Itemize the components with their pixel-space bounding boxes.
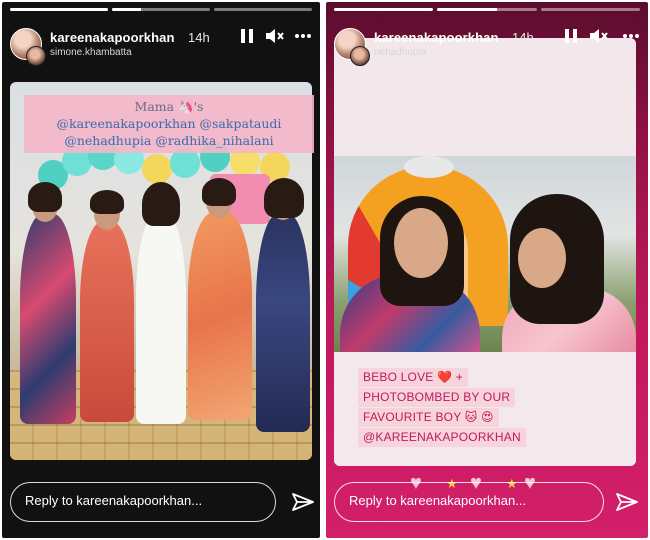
story-left: kareenakapoorkhan 14h simone.khambatta M… bbox=[2, 2, 320, 538]
send-icon[interactable] bbox=[614, 490, 640, 516]
username[interactable]: kareenakapoorkhan bbox=[50, 30, 175, 45]
send-icon[interactable] bbox=[290, 490, 316, 516]
story-caption: BEBO LOVE ❤️ + PHOTOBOMBED BY OUR FAVOUR… bbox=[358, 368, 564, 448]
reply-input[interactable]: Reply to kareenakapoorkhan... bbox=[334, 482, 604, 522]
story-time: 14h bbox=[188, 30, 210, 45]
story-card: BEBO LOVE ❤️ + PHOTOBOMBED BY OUR FAVOUR… bbox=[334, 38, 636, 466]
collab-avatar bbox=[350, 46, 370, 66]
story-time: 14h bbox=[512, 30, 534, 45]
story-caption: Mama 🦄's @kareenakapoorkhan @sakpataudi … bbox=[24, 95, 314, 153]
mention-line[interactable]: @kareenakapoorkhan @sakpataudi bbox=[28, 115, 310, 132]
caption-line: FAVOURITE BOY 🐱 😍 bbox=[358, 408, 499, 427]
mention-line[interactable]: @KAREENAKAPOORKHAN bbox=[358, 428, 526, 447]
story-photo bbox=[334, 156, 636, 352]
reply-placeholder: Reply to kareenakapoorkhan... bbox=[25, 493, 203, 508]
mute-icon[interactable] bbox=[589, 28, 609, 49]
mention-line[interactable]: @nehadhupia @radhika_nihalani bbox=[28, 132, 310, 149]
story-subtitle[interactable]: simone.khambatta bbox=[50, 47, 132, 58]
more-icon[interactable] bbox=[294, 28, 312, 49]
story-header: kareenakapoorkhan 14h nehadhupia bbox=[334, 24, 640, 66]
pause-icon[interactable] bbox=[240, 28, 254, 49]
story-progress bbox=[10, 8, 312, 11]
story-progress bbox=[334, 8, 640, 11]
pause-icon[interactable] bbox=[564, 28, 578, 49]
story-header: kareenakapoorkhan 14h simone.khambatta bbox=[10, 24, 312, 66]
story-right: kareenakapoorkhan 14h nehadhupia BEBO LO… bbox=[326, 2, 648, 538]
username[interactable]: kareenakapoorkhan bbox=[374, 30, 499, 45]
collab-avatar bbox=[26, 46, 46, 66]
caption-line: PHOTOBOMBED BY OUR bbox=[358, 388, 516, 407]
caption-line: BEBO LOVE ❤️ + bbox=[358, 368, 468, 387]
mute-icon[interactable] bbox=[265, 28, 285, 49]
more-icon[interactable] bbox=[622, 28, 640, 49]
caption-line: Mama 🦄's bbox=[134, 99, 204, 114]
reply-placeholder: Reply to kareenakapoorkhan... bbox=[349, 493, 527, 508]
reply-input[interactable]: Reply to kareenakapoorkhan... bbox=[10, 482, 276, 522]
story-subtitle[interactable]: nehadhupia bbox=[374, 47, 426, 58]
